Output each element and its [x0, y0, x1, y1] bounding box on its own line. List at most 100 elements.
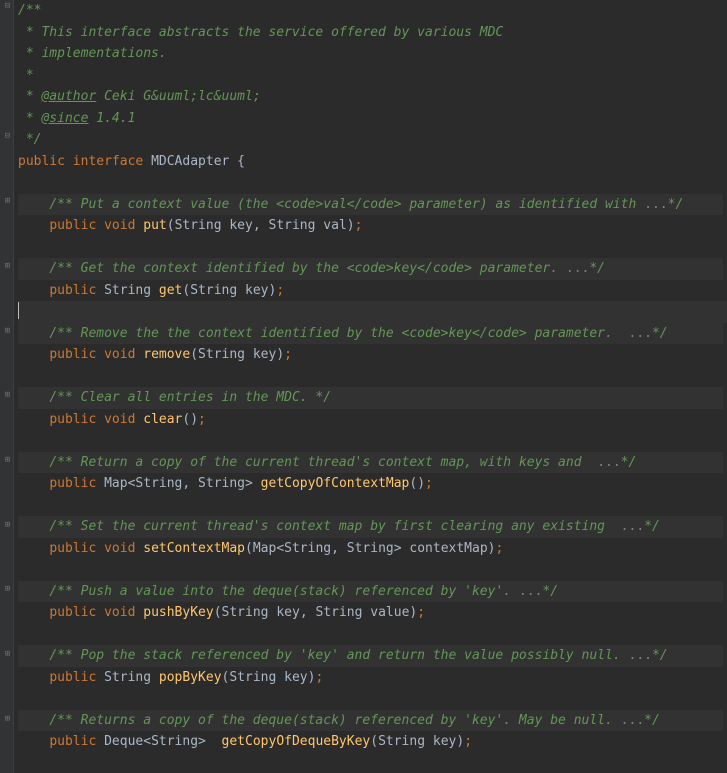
token: ()	[409, 476, 425, 491]
token: ...	[629, 648, 652, 663]
code-line[interactable]: /** Push a value into the deque(stack) r…	[18, 581, 727, 603]
fold-collapse-icon[interactable]: ⊟	[3, 132, 12, 141]
code-line[interactable]: public String get(String key);	[18, 280, 727, 302]
fold-expand-icon[interactable]: ⊞	[3, 391, 12, 400]
fold-collapse-icon[interactable]: ⊟	[3, 2, 12, 11]
fold-expand-icon[interactable]: ⊞	[3, 715, 12, 724]
code-line[interactable]	[18, 366, 727, 388]
code-line[interactable]	[18, 624, 727, 646]
token: */	[18, 132, 41, 147]
token: public	[49, 476, 104, 491]
token: MDCAdapter	[151, 154, 237, 169]
token: public	[49, 412, 104, 427]
token: public	[49, 605, 104, 620]
token: put	[143, 218, 166, 233]
code-line[interactable]	[18, 495, 727, 517]
code-line[interactable]: public void put(String key, String val);	[18, 215, 727, 237]
token: String	[284, 541, 331, 556]
token: getCopyOfContextMap	[261, 476, 410, 491]
token: interface	[73, 154, 151, 169]
token: ,	[300, 605, 316, 620]
token: ...	[629, 326, 652, 341]
fold-expand-icon[interactable]: ⊞	[3, 262, 12, 271]
token: ...	[621, 713, 644, 728]
token: ,	[253, 218, 269, 233]
token: /** Pop the stack referenced by 'key' an…	[49, 648, 628, 663]
token: ;	[284, 347, 292, 362]
token: ...	[519, 584, 542, 599]
token: pushByKey	[143, 605, 213, 620]
code-line[interactable]: public void remove(String key);	[18, 344, 727, 366]
token: Map	[104, 476, 127, 491]
code-line[interactable]	[18, 172, 727, 194]
code-line[interactable]: /** Set the current thread's context map…	[18, 516, 727, 538]
token: ;	[315, 670, 323, 685]
text-caret	[18, 302, 19, 319]
token: */	[644, 713, 660, 728]
token: (	[245, 541, 253, 556]
token: void	[104, 605, 143, 620]
token: ;	[198, 412, 206, 427]
token: void	[104, 541, 143, 556]
code-line[interactable]: public void setContextMap(Map<String, St…	[18, 538, 727, 560]
fold-expand-icon[interactable]: ⊞	[3, 456, 12, 465]
code-line[interactable]: public Deque<String> getCopyOfDequeByKey…	[18, 731, 727, 753]
fold-expand-icon[interactable]: ⊞	[3, 327, 12, 336]
code-line[interactable]: /** Returns a copy of the deque(stack) r…	[18, 710, 727, 732]
token: Ceki G&uuml;lc&uuml;	[96, 89, 260, 104]
code-editor[interactable]: /** * This interface abstracts the servi…	[14, 0, 727, 773]
token: (	[214, 605, 222, 620]
token: Map	[253, 541, 276, 556]
token: String	[198, 347, 253, 362]
fold-expand-icon[interactable]: ⊞	[3, 521, 12, 530]
token: clear	[143, 412, 182, 427]
code-line[interactable]: public interface MDCAdapter {	[18, 151, 727, 173]
code-line[interactable]: /**	[18, 0, 727, 22]
code-line[interactable]: * @since 1.4.1	[18, 108, 727, 130]
token: val	[323, 218, 346, 233]
token: 1.4.1	[88, 111, 135, 126]
code-line[interactable]: * implementations.	[18, 43, 727, 65]
token: <	[143, 734, 151, 749]
code-line[interactable]: public void clear();	[18, 409, 727, 431]
code-line[interactable]	[18, 688, 727, 710]
code-line[interactable]: * This interface abstracts the service o…	[18, 22, 727, 44]
code-line[interactable]: /** Get the context identified by the <c…	[18, 258, 727, 280]
code-line[interactable]: public Map<String, String> getCopyOfCont…	[18, 473, 727, 495]
code-line[interactable]: *	[18, 65, 727, 87]
token: )	[456, 734, 464, 749]
code-line[interactable]: */	[18, 129, 727, 151]
code-line[interactable]: /** Clear all entries in the MDC. */	[18, 387, 727, 409]
token: void	[104, 347, 143, 362]
code-line[interactable]	[18, 301, 727, 323]
code-line[interactable]: /** Return a copy of the current thread'…	[18, 452, 727, 474]
token: String	[378, 734, 433, 749]
code-line[interactable]	[18, 559, 727, 581]
token: */	[589, 261, 605, 276]
token: key	[229, 218, 252, 233]
token: @author	[41, 89, 96, 104]
fold-expand-icon[interactable]: ⊞	[3, 650, 12, 659]
code-line[interactable]	[18, 237, 727, 259]
token: *	[18, 68, 34, 83]
token: >	[198, 734, 221, 749]
token: public	[18, 154, 73, 169]
token: ;	[496, 541, 504, 556]
token: ;	[464, 734, 472, 749]
code-line[interactable]: /** Remove the the context identified by…	[18, 323, 727, 345]
code-line[interactable]: public void pushByKey(String key, String…	[18, 602, 727, 624]
code-line[interactable]	[18, 430, 727, 452]
code-line[interactable]: /** Pop the stack referenced by 'key' an…	[18, 645, 727, 667]
token: ...	[644, 197, 667, 212]
token: String	[135, 476, 182, 491]
code-line[interactable]: public String popByKey(String key);	[18, 667, 727, 689]
token: get	[159, 283, 182, 298]
token: /** Returns a copy of the deque(stack) r…	[49, 713, 620, 728]
token: contextMap	[409, 541, 487, 556]
code-line[interactable]: /** Put a context value (the <code>val</…	[18, 194, 727, 216]
token: /** Get the context identified by the <c…	[49, 261, 566, 276]
fold-expand-icon[interactable]: ⊞	[3, 197, 12, 206]
fold-expand-icon[interactable]: ⊞	[3, 585, 12, 594]
token: )	[488, 541, 496, 556]
code-line[interactable]: * @author Ceki G&uuml;lc&uuml;	[18, 86, 727, 108]
